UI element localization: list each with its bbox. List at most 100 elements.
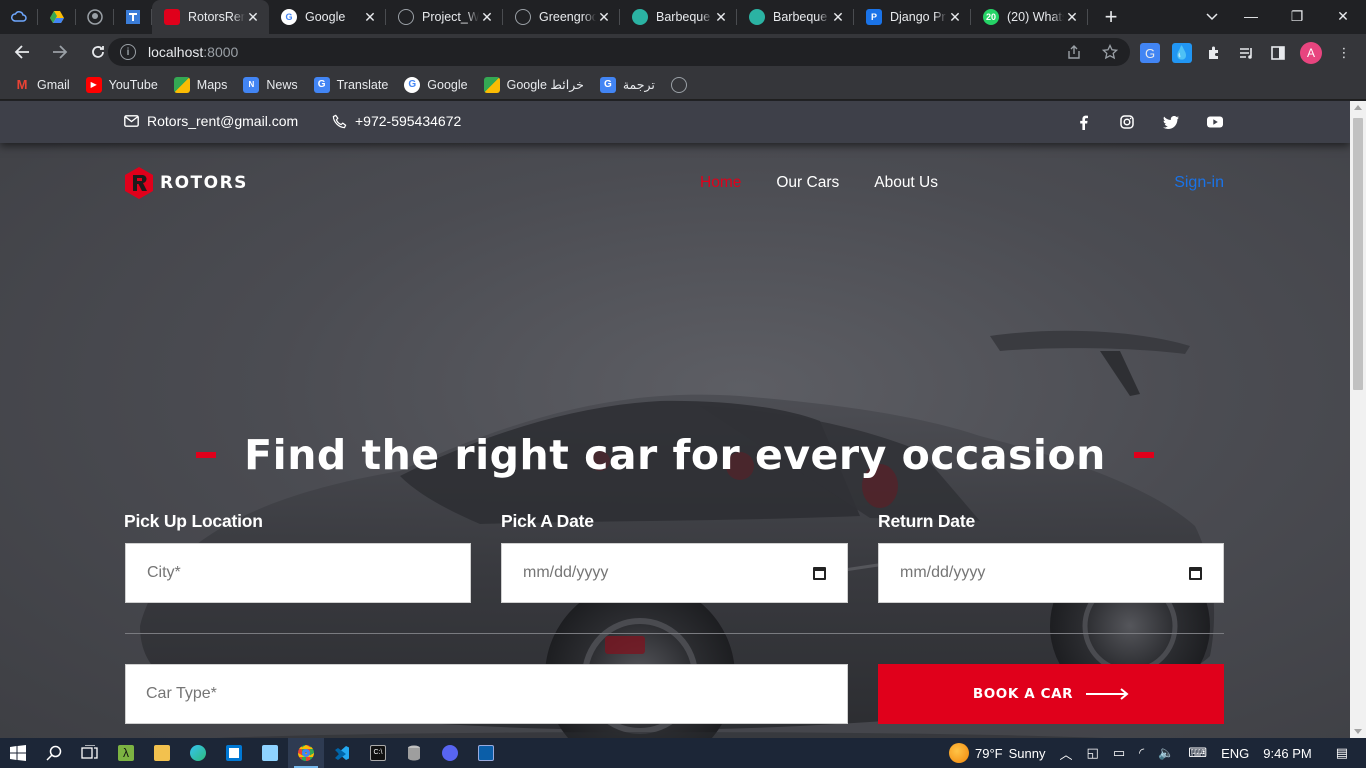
return-date-input[interactable]: mm/dd/yyyy: [878, 543, 1224, 603]
scroll-down-arrow-icon[interactable]: [1354, 729, 1362, 734]
close-icon[interactable]: ✕: [479, 9, 495, 26]
restore-window-button[interactable]: ❐: [1274, 0, 1320, 32]
bookmark-news[interactable]: N News: [243, 76, 298, 93]
water-drop-extension-icon[interactable]: 💧: [1172, 43, 1192, 63]
file-explorer-icon[interactable]: [144, 738, 180, 768]
database-icon[interactable]: [396, 738, 432, 768]
address-bar[interactable]: i localhost:8000: [108, 38, 1130, 66]
nav-our-cars[interactable]: Our Cars: [776, 174, 839, 192]
bookmark-translate-ar[interactable]: G ترجمة: [599, 76, 655, 93]
email-contact[interactable]: Rotors_rent@gmail.com: [124, 113, 298, 129]
extensions-puzzle-icon[interactable]: [1204, 43, 1224, 63]
share-icon[interactable]: [1066, 44, 1082, 60]
car-type-placeholder: Car Type*: [146, 685, 217, 702]
forward-button[interactable]: [44, 36, 76, 68]
bookmark-globe[interactable]: [670, 76, 687, 93]
side-panel-icon[interactable]: [1268, 43, 1288, 63]
calendar-icon[interactable]: [813, 566, 826, 580]
translate-extension-icon[interactable]: G: [1140, 43, 1160, 63]
tab-google[interactable]: G Google ✕: [269, 0, 386, 34]
tab-barbeque-2[interactable]: Barbeque ✕: [737, 0, 854, 34]
sun-icon: [949, 743, 970, 763]
browser-menu-icon[interactable]: ⋮: [1334, 43, 1354, 63]
site-logo[interactable]: ROTORS: [124, 166, 248, 200]
windows-start-icon[interactable]: [0, 738, 36, 768]
notifications-icon[interactable]: ▤: [1336, 745, 1348, 761]
form-divider: [125, 633, 1224, 634]
bookmark-translate[interactable]: G Translate: [313, 76, 388, 93]
store-icon[interactable]: [216, 738, 252, 768]
vscode-icon[interactable]: [324, 738, 360, 768]
lambda-app-icon[interactable]: λ: [108, 738, 144, 768]
language-indicator[interactable]: ENG: [1221, 746, 1249, 761]
pinned-tab-stamp[interactable]: [114, 0, 152, 34]
close-window-button[interactable]: ✕: [1320, 0, 1366, 32]
pick-date-input[interactable]: mm/dd/yyyy: [501, 543, 848, 603]
nav-about-us[interactable]: About Us: [874, 174, 938, 192]
media-control-icon[interactable]: [1236, 43, 1256, 63]
tab-search-chevron-icon[interactable]: [1198, 6, 1226, 28]
tab-rotorsrent[interactable]: RotorsRent ✕: [152, 0, 269, 34]
keyboard-icon[interactable]: ⌨: [1188, 745, 1207, 761]
bookmark-maps[interactable]: Maps: [173, 76, 227, 93]
clock-time[interactable]: 9:46 PM: [1263, 746, 1311, 761]
site-info-icon[interactable]: i: [120, 44, 136, 60]
bookmark-youtube[interactable]: ▶ YouTube: [85, 76, 158, 93]
youtube-icon[interactable]: [1206, 113, 1224, 131]
pinned-tab-cloud[interactable]: [0, 0, 38, 34]
battery-icon[interactable]: ▭: [1113, 745, 1125, 761]
pinned-tab-drive[interactable]: [38, 0, 76, 34]
page-scrollbar[interactable]: [1350, 101, 1366, 738]
nav-home[interactable]: Home: [700, 174, 741, 192]
instagram-icon[interactable]: [1118, 113, 1136, 131]
tab-whatsapp[interactable]: 20 (20) WhatsApp ✕: [971, 0, 1088, 34]
rotors-logo-icon: [164, 9, 180, 25]
close-icon[interactable]: ✕: [245, 9, 261, 26]
close-icon[interactable]: ✕: [713, 9, 729, 26]
bookmark-google-maps-ar[interactable]: Google خرائط: [483, 76, 584, 93]
scroll-up-arrow-icon[interactable]: [1354, 105, 1362, 110]
tab-greengrocer[interactable]: Greengrocer ✕: [503, 0, 620, 34]
pinned-tab-github[interactable]: [76, 0, 114, 34]
close-icon[interactable]: ✕: [596, 9, 612, 26]
close-icon[interactable]: ✕: [362, 9, 378, 26]
sign-in-link[interactable]: Sign-in: [1174, 174, 1224, 192]
task-view-icon[interactable]: [72, 738, 108, 768]
book-a-car-button[interactable]: BOOK A CAR: [878, 664, 1224, 724]
bookmark-google[interactable]: G Google: [404, 76, 468, 93]
new-tab-button[interactable]: +: [1094, 0, 1128, 34]
logo-text: ROTORS: [160, 173, 248, 193]
tab-barbeque-1[interactable]: Barbeque ✕: [620, 0, 737, 34]
weather-widget[interactable]: 79°F Sunny: [949, 743, 1046, 763]
meet-now-icon[interactable]: ◱: [1087, 745, 1099, 761]
tab-project-w[interactable]: Project_W ✕: [386, 0, 503, 34]
twitter-icon[interactable]: [1162, 113, 1180, 131]
stats-app-icon[interactable]: [468, 738, 504, 768]
calendar-icon[interactable]: [1189, 566, 1202, 580]
wifi-icon[interactable]: ◜: [1139, 745, 1144, 761]
phone-contact[interactable]: +972-595434672: [332, 113, 461, 129]
close-icon[interactable]: ✕: [830, 9, 846, 26]
close-icon[interactable]: ✕: [1064, 9, 1080, 26]
tab-django[interactable]: P Django Pr ✕: [854, 0, 971, 34]
volume-icon[interactable]: 🔈: [1158, 745, 1174, 761]
bookmark-star-icon[interactable]: [1102, 44, 1118, 60]
scrollbar-thumb[interactable]: [1353, 118, 1363, 390]
profile-avatar[interactable]: A: [1300, 42, 1322, 64]
tab-title: RotorsRent: [188, 10, 245, 24]
discord-icon[interactable]: [432, 738, 468, 768]
pickup-city-input[interactable]: City*: [125, 543, 471, 603]
search-icon[interactable]: [36, 738, 72, 768]
close-icon[interactable]: ✕: [947, 9, 963, 26]
back-button[interactable]: [6, 36, 38, 68]
terminal-icon[interactable]: C:\: [360, 738, 396, 768]
car-type-input[interactable]: Car Type*: [125, 664, 848, 724]
chrome-taskbar-icon[interactable]: [288, 738, 324, 768]
minimize-window-button[interactable]: —: [1228, 0, 1274, 32]
bookmark-gmail[interactable]: M Gmail: [14, 77, 70, 93]
bookmark-label: YouTube: [108, 77, 158, 92]
facebook-icon[interactable]: [1074, 113, 1092, 131]
tray-chevron-up-icon[interactable]: ︿: [1060, 744, 1073, 763]
edge-icon[interactable]: [180, 738, 216, 768]
notepad-icon[interactable]: [252, 738, 288, 768]
